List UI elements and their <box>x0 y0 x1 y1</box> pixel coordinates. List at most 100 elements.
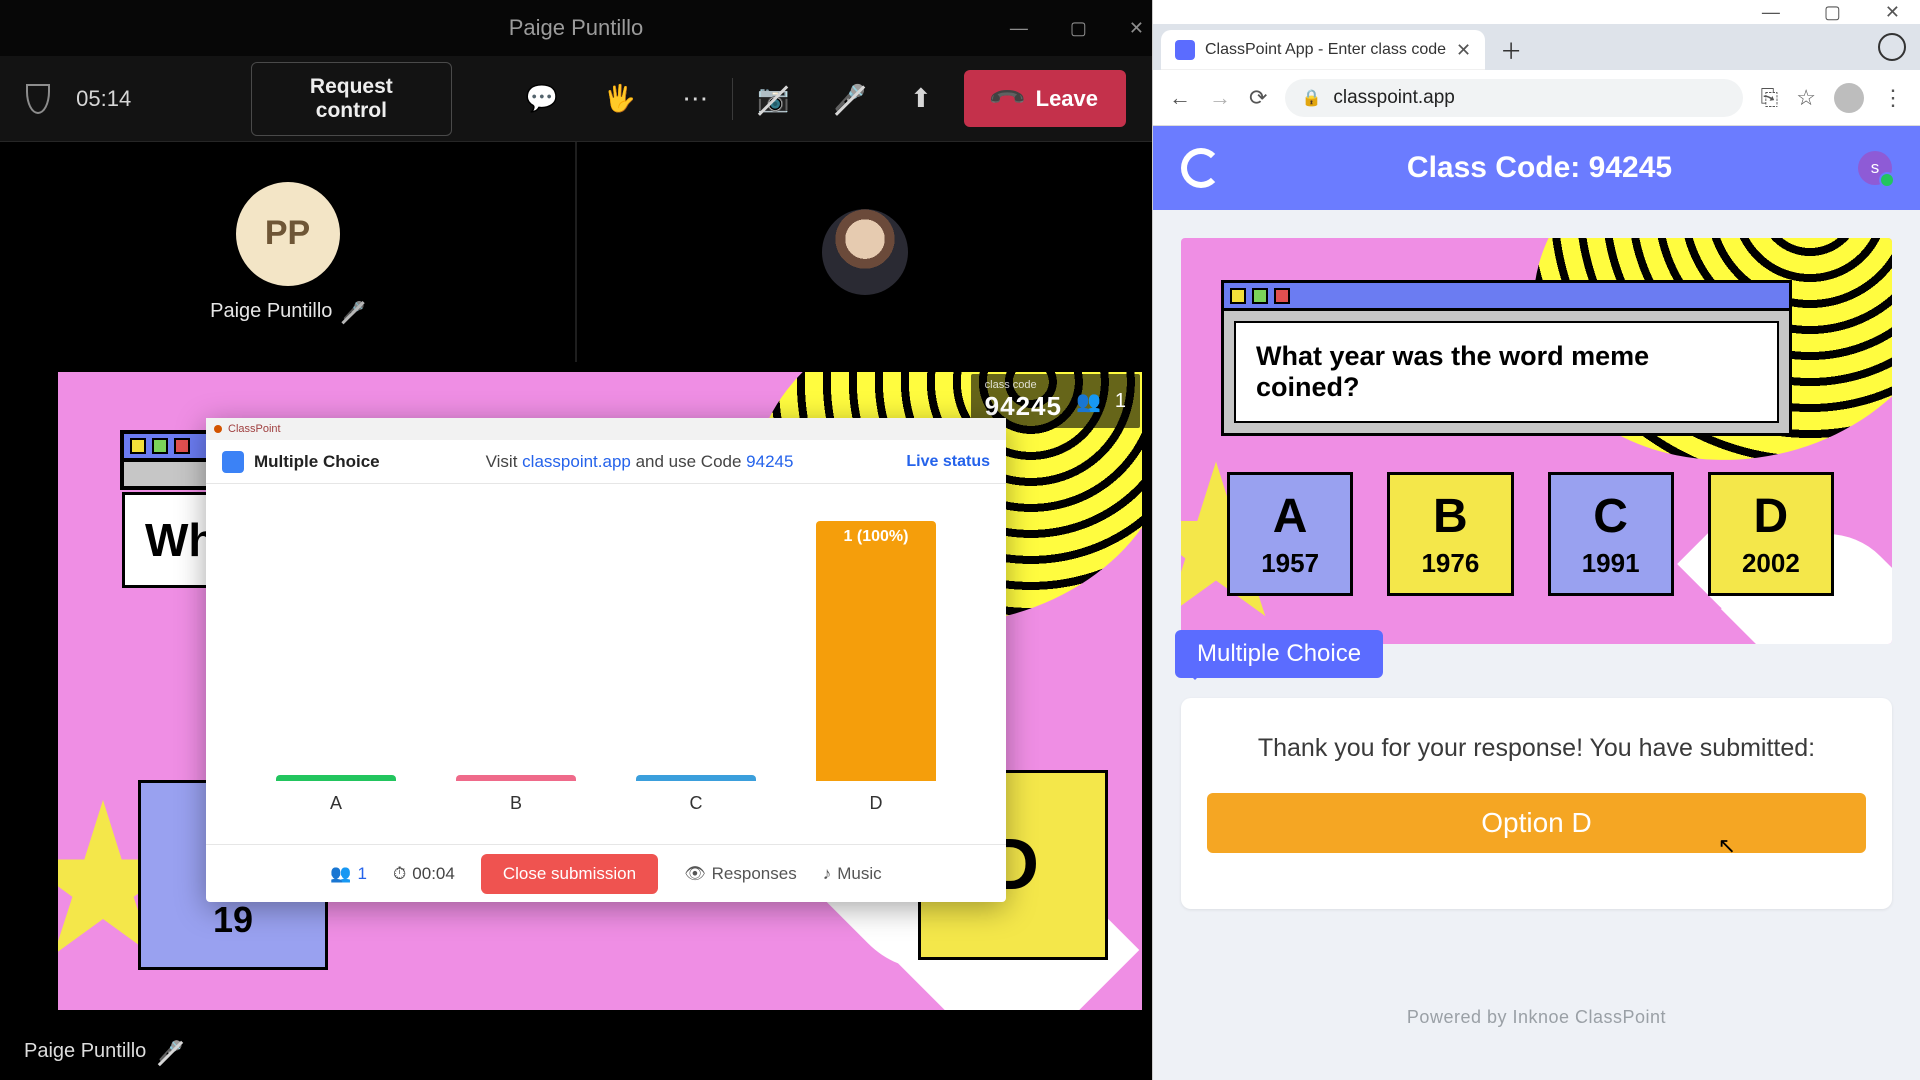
code-value: 94245 <box>985 391 1062 421</box>
option-letter: A <box>1273 489 1308 544</box>
share-icon[interactable]: ⬆ <box>910 83 932 114</box>
results-bar-chart: A B C 1 (100%)D <box>206 484 1006 844</box>
browser-tab[interactable]: ClassPoint App - Enter class code ✕ <box>1161 30 1485 70</box>
window-title: Paige Puntillo <box>509 15 644 41</box>
bar-category-label: D <box>870 793 883 814</box>
tab-strip: ClassPoint App - Enter class code ✕ ＋ <box>1153 24 1920 70</box>
option-d[interactable]: D 2002 <box>1708 472 1834 596</box>
more-icon[interactable]: ⋯ <box>682 83 708 114</box>
question-text: What year was the word meme coined? <box>1234 321 1779 423</box>
muted-icon: 🎤 <box>342 301 364 322</box>
responses-label: Responses <box>712 864 797 884</box>
leave-label: Leave <box>1036 86 1098 112</box>
option-c[interactable]: C1991 <box>1548 472 1674 596</box>
cp-title: Multiple Choice <box>254 452 380 472</box>
visit-link[interactable]: classpoint.app <box>522 452 631 471</box>
minimize-icon[interactable]: — <box>1762 2 1780 23</box>
cp-header: Multiple Choice Visit classpoint.app and… <box>206 440 1006 484</box>
forward-icon[interactable]: → <box>1209 85 1231 111</box>
camera-off-icon[interactable]: 📷 <box>757 83 789 114</box>
shared-screen-stage: Wh A 19 D class code 94245 👥 1 <box>0 362 1152 1080</box>
tab-search-icon[interactable] <box>1878 33 1906 61</box>
request-control-button[interactable]: Request control <box>251 62 451 136</box>
mic-off-icon[interactable]: 🎤 <box>834 83 866 114</box>
muted-icon: 🎤 <box>158 1039 183 1064</box>
maximize-icon[interactable]: ▢ <box>1824 2 1841 23</box>
url-text: classpoint.app <box>1333 87 1454 109</box>
live-status-link[interactable]: Live status <box>906 453 990 471</box>
chart-bar-d: 1 (100%)D <box>816 521 936 814</box>
multiple-choice-badge: Multiple Choice <box>1175 630 1383 678</box>
chart-bar-b: B <box>456 775 576 814</box>
browser-titlebar: — ▢ ✕ <box>1153 0 1920 24</box>
responses-link[interactable]: 👁 Responses <box>684 864 797 884</box>
leave-button[interactable]: 📞 Leave <box>964 70 1126 127</box>
shared-slide: Wh A 19 D class code 94245 👥 1 <box>58 372 1142 1010</box>
option-year: 2002 <box>1742 548 1800 579</box>
question-slide: What year was the word meme coined? A 195… <box>1181 238 1892 644</box>
avatar: PP <box>236 182 340 286</box>
classpoint-app-header: Class Code: 94245 s <box>1153 126 1920 210</box>
timer-value: 00:04 <box>412 864 455 884</box>
tab-close-icon[interactable]: ✕ <box>1456 40 1471 61</box>
presenter-status: Paige Puntillo 🎤 <box>24 1039 183 1064</box>
bar-category-label: B <box>510 793 522 814</box>
header-code: 94245 <box>1589 151 1672 184</box>
option-year: 19 <box>213 899 253 941</box>
maximize-icon[interactable]: ▢ <box>1070 18 1087 39</box>
code-label: class code <box>985 380 1062 391</box>
shield-icon[interactable] <box>26 84 50 114</box>
option-letter: C <box>1593 489 1628 544</box>
classpoint-logo-icon <box>1181 148 1221 188</box>
install-app-icon[interactable]: ⎘ <box>1761 85 1779 111</box>
question-card: What year was the word meme coined? <box>1221 280 1792 436</box>
tab-title: ClassPoint App - Enter class code <box>1205 41 1446 59</box>
classpoint-results-window: ClassPoint Multiple Choice Visit classpo… <box>206 418 1006 902</box>
music-label: Music <box>837 864 881 884</box>
close-submission-button[interactable]: Close submission <box>481 854 658 894</box>
minimize-icon[interactable]: — <box>1010 18 1028 39</box>
visit-code: 94245 <box>746 452 793 471</box>
music-link[interactable]: ♪ Music <box>823 864 882 884</box>
bookmark-icon[interactable]: ☆ <box>1796 85 1816 111</box>
powered-by: Powered by Inknoe ClassPoint <box>1407 973 1666 1052</box>
option-b[interactable]: B1976 <box>1387 472 1513 596</box>
visit-mid: and use Code <box>631 452 746 471</box>
count-value: 1 <box>358 864 367 884</box>
option-year: 1957 <box>1261 548 1319 579</box>
address-bar-row: ← → ⟳ 🔒 classpoint.app ⎘ ☆ ⋮ <box>1153 70 1920 126</box>
participant-name: Paige Puntillo <box>210 300 332 323</box>
participant-tile[interactable] <box>577 142 1152 362</box>
option-letter: B <box>1433 489 1468 544</box>
cp-shell-bar: ClassPoint <box>206 418 1006 440</box>
app-icon <box>214 425 222 433</box>
reload-icon[interactable]: ⟳ <box>1249 85 1267 111</box>
visit-prefix: Visit <box>486 452 523 471</box>
chart-bar-a: A <box>276 775 396 814</box>
avatar <box>822 209 908 295</box>
address-bar[interactable]: 🔒 classpoint.app <box>1285 79 1742 117</box>
call-toolbar: 05:14 Request control 💬 🖐️ ⋯ 📷 🎤 ⬆ 📞 Lea… <box>0 56 1152 142</box>
toolbar-separator <box>732 78 733 120</box>
chat-icon[interactable]: 💬 <box>526 83 558 114</box>
option-letter: D <box>1754 489 1789 544</box>
back-icon[interactable]: ← <box>1169 85 1191 111</box>
chart-bar-c: C <box>636 775 756 814</box>
close-icon[interactable]: ✕ <box>1129 18 1144 39</box>
reactions-icon[interactable]: 🖐️ <box>604 83 636 114</box>
student-avatar[interactable]: s <box>1858 151 1892 185</box>
profile-avatar-icon[interactable] <box>1834 83 1864 113</box>
response-card: Thank you for your response! You have su… <box>1181 698 1892 909</box>
new-tab-button[interactable]: ＋ <box>1491 30 1531 70</box>
browser-menu-icon[interactable]: ⋮ <box>1882 85 1904 111</box>
submitted-option-label: Option D <box>1481 807 1592 838</box>
teams-titlebar: Paige Puntillo — ▢ ✕ <box>0 0 1152 56</box>
participant-tile[interactable]: PP Paige Puntillo 🎤 <box>0 142 577 362</box>
close-icon[interactable]: ✕ <box>1885 2 1900 23</box>
favicon-icon <box>1175 40 1195 60</box>
classpoint-app-body: What year was the word meme coined? A 195… <box>1153 210 1920 1080</box>
teams-window: Paige Puntillo — ▢ ✕ 05:14 Request contr… <box>0 0 1152 1080</box>
option-a[interactable]: A 1957 <box>1227 472 1353 596</box>
people-count: 1 <box>1115 390 1126 413</box>
bar-category-label: C <box>690 793 703 814</box>
